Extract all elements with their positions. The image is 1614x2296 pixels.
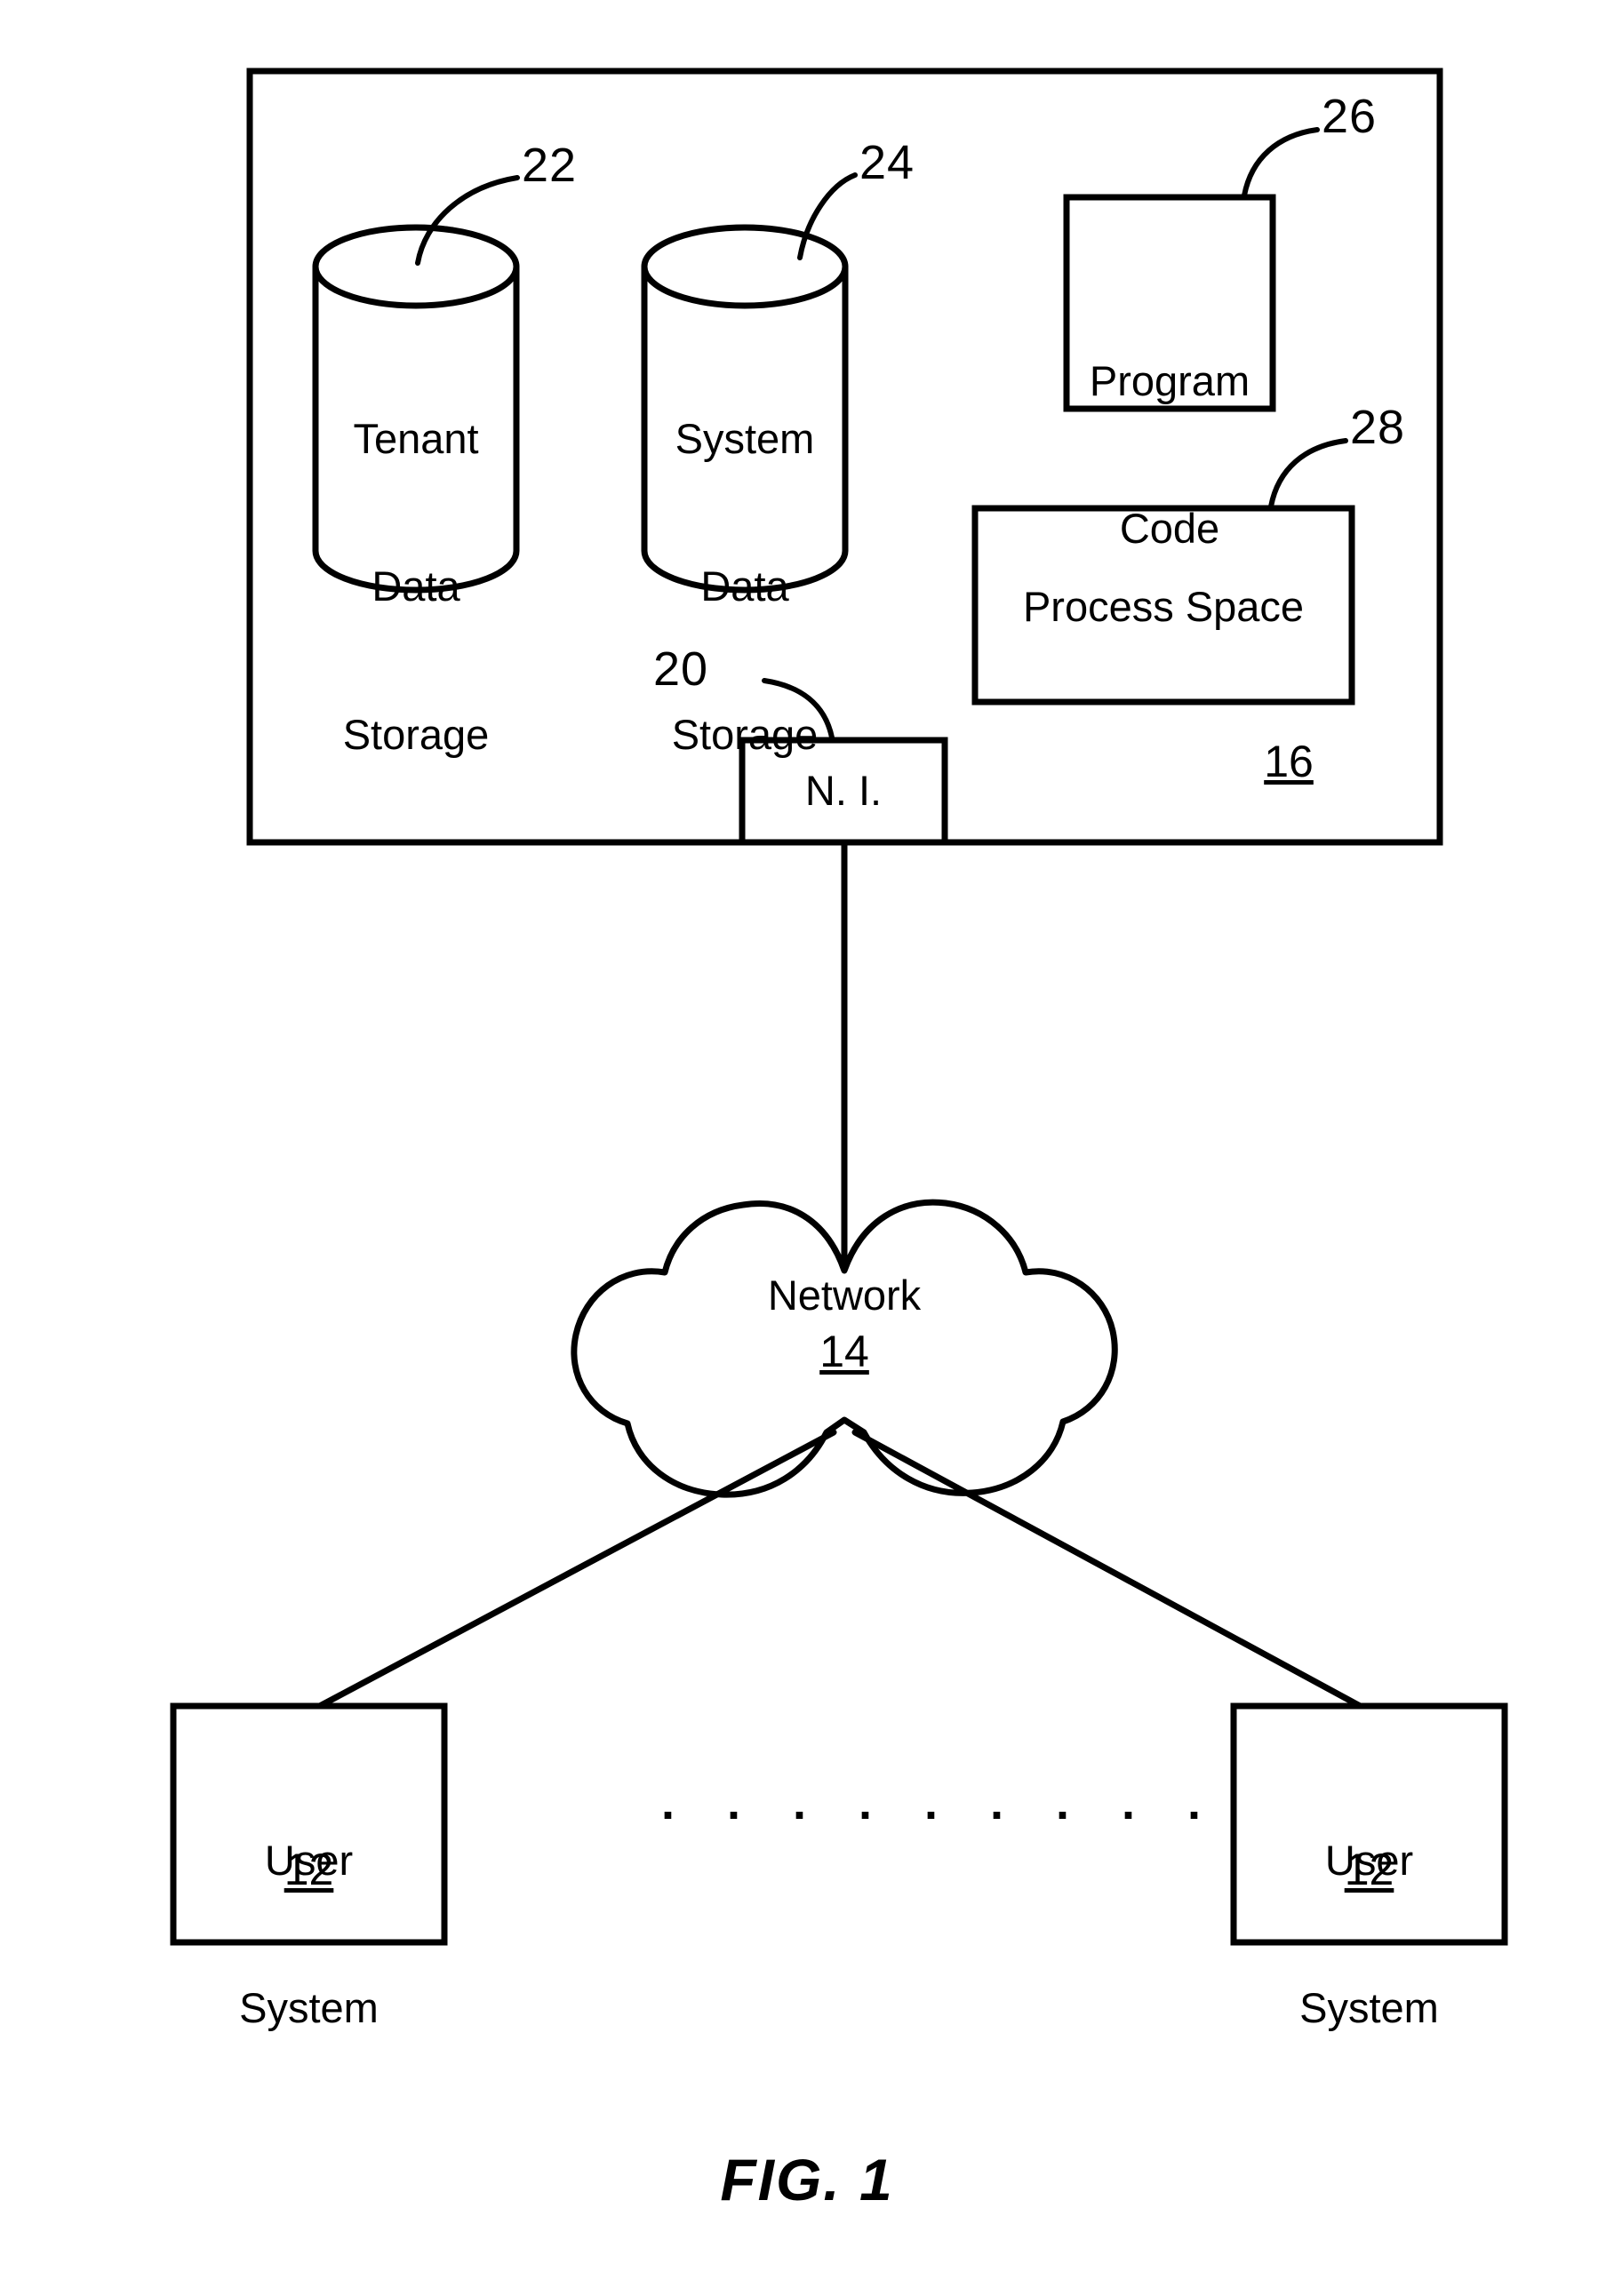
user-system-ref-numeral-left: 12	[284, 1845, 334, 1894]
figure-caption: FIG. 1	[720, 2147, 894, 2212]
user-system-right-line-2: System	[1299, 1984, 1439, 2032]
connector-network-to-user-system-right	[851, 1429, 1367, 1711]
network-cloud-label: Network	[767, 1272, 922, 1319]
tenant-data-storage-label: Tenant Data Storage	[314, 315, 518, 857]
ref-numeral-26: 26	[1321, 90, 1378, 143]
program-code-line-1: Program	[1089, 356, 1250, 404]
ellipsis-dots: . . . . . . . . .	[661, 1776, 1221, 1830]
connector-network-to-user-system-left	[313, 1429, 837, 1711]
tenant-storage-line-2: Data	[372, 562, 460, 610]
ref-numeral-16: 16	[1264, 737, 1314, 786]
leader-line-28	[1268, 438, 1348, 509]
network-interface-label: N. I.	[804, 767, 883, 814]
process-space-label: Process Space	[1022, 583, 1305, 630]
network-ref-numeral-14: 14	[819, 1327, 869, 1376]
program-code-line-2: Code	[1119, 505, 1220, 553]
system-storage-line-2: Data	[700, 562, 789, 610]
ref-numeral-28: 28	[1349, 401, 1406, 454]
ref-numeral-22: 22	[521, 139, 578, 192]
system-storage-line-1: System	[675, 414, 815, 462]
user-system-ref-numeral-right: 12	[1344, 1845, 1394, 1894]
tenant-storage-line-1: Tenant	[353, 414, 479, 462]
tenant-storage-line-3: Storage	[342, 710, 490, 758]
system-storage-line-3: Storage	[671, 710, 819, 758]
patent-figure-1: 22 24 26 28 20 Tenant Data Storage Syste…	[0, 0, 1614, 2296]
ref-numeral-24: 24	[859, 136, 915, 189]
user-system-label-left: User System	[173, 1737, 444, 2132]
user-system-label-right: User System	[1234, 1737, 1505, 2132]
user-system-left-line-2: System	[239, 1984, 379, 2032]
leader-line-26	[1242, 127, 1320, 198]
